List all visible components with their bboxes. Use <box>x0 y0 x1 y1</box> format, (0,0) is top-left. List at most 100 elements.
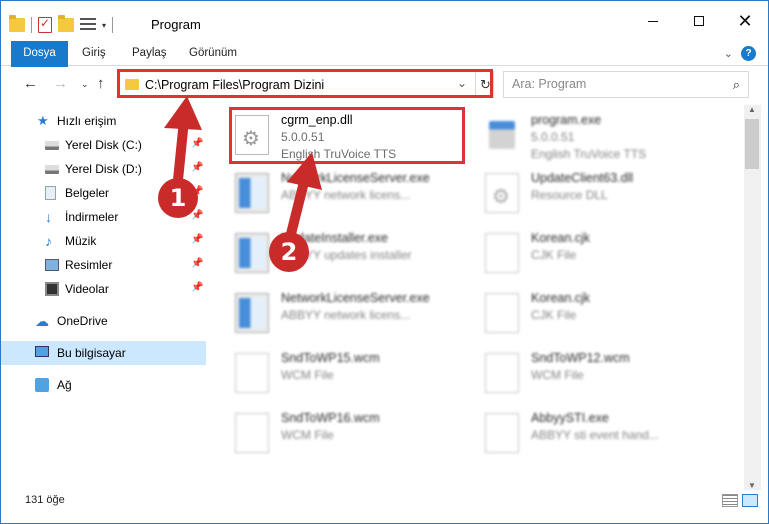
file-description: CJK File <box>531 248 577 262</box>
file-description: ABBYY network licens... <box>281 188 411 202</box>
file-item[interactable]: NetworkLicenseServer.exe ABBYY network l… <box>231 167 471 219</box>
file-description: CJK File <box>531 308 577 322</box>
address-dropdown-icon[interactable]: ⌄ <box>457 76 467 90</box>
item-count: 131 öğe <box>25 494 65 506</box>
up-arrow-icon[interactable]: ↑ <box>97 75 105 92</box>
videos-icon <box>45 282 59 296</box>
file-item[interactable]: UpdateInstaller.exe ABBYY updates instal… <box>231 227 471 279</box>
file-name: SndToWP16.wcm <box>281 411 380 425</box>
expand-ribbon-chevron-icon[interactable]: ⌄ <box>724 47 733 60</box>
pictures-icon <box>45 259 59 271</box>
maximize-button[interactable] <box>676 1 722 41</box>
file-name: NetworkLicenseServer.exe <box>281 291 430 305</box>
file-name: program.exe <box>531 113 602 127</box>
scroll-down-arrow-icon[interactable]: ▼ <box>748 481 756 490</box>
sidebar-item-quick-access[interactable]: ★ Hızlı erişim <box>1 109 206 133</box>
star-icon: ★ <box>37 113 49 128</box>
file-item[interactable]: SndToWP12.wcm WCM File <box>481 347 721 399</box>
documents-icon <box>45 186 56 200</box>
file-name: cgrm_enp.dll <box>281 113 353 127</box>
scroll-thumb[interactable] <box>745 119 759 169</box>
drive-icon <box>45 165 59 174</box>
file-description: ABBYY sti event hand... <box>531 428 659 442</box>
title-bar: ▾ Program ✕ <box>1 1 768 41</box>
page-icon <box>235 353 269 393</box>
pin-icon[interactable]: 📌 <box>191 138 203 149</box>
forward-arrow-icon[interactable]: → <box>53 75 68 92</box>
sidebar-item-label: İndirmeler <box>65 210 119 224</box>
dll-gear-icon <box>485 173 519 213</box>
properties-check-icon[interactable] <box>38 16 52 33</box>
exe-icon <box>235 233 269 273</box>
search-input[interactable] <box>512 77 712 91</box>
page-icon <box>485 353 519 393</box>
customize-toolbar-dropdown-icon[interactable]: ▾ <box>102 21 106 30</box>
sidebar-item-music[interactable]: ♪ Müzik 📌 <box>1 229 206 253</box>
sidebar-item-label: Ağ <box>57 378 72 392</box>
address-folder-icon <box>125 79 139 90</box>
program-icon <box>485 115 519 155</box>
navigation-bar: ← → ⌄ ↑ C:\Program Files\Program Dizini … <box>1 67 768 101</box>
pin-icon[interactable]: 📌 <box>191 210 203 221</box>
dll-gear-icon <box>235 115 269 155</box>
minimize-button[interactable] <box>630 1 676 41</box>
refresh-icon[interactable]: ↻ <box>475 72 495 97</box>
properties-icon[interactable] <box>80 18 96 32</box>
file-item[interactable]: SndToWP16.wcm WCM File <box>231 407 471 459</box>
details-view-icon[interactable] <box>722 494 738 507</box>
onedrive-icon: ☁ <box>35 313 49 329</box>
file-description: Resource DLL <box>531 188 608 202</box>
folder-icon[interactable] <box>9 15 25 32</box>
file-name: UpdateClient63.dll <box>531 171 634 185</box>
music-icon: ♪ <box>45 233 52 249</box>
exe-icon <box>235 293 269 333</box>
address-path[interactable]: C:\Program Files\Program Dizini <box>145 78 324 92</box>
sidebar-item-label: Resimler <box>65 258 113 272</box>
sidebar-item-onedrive[interactable]: ☁ OneDrive <box>1 309 206 333</box>
downloads-icon: ↓ <box>45 209 52 225</box>
file-description: WCM File <box>531 368 584 382</box>
maximize-icon <box>694 16 704 26</box>
sidebar-item-pictures[interactable]: Resimler 📌 <box>1 253 206 277</box>
tab-view[interactable]: Görünüm <box>189 41 237 66</box>
pin-icon[interactable]: 📌 <box>191 234 203 245</box>
file-name: AbbyySTI.exe <box>531 411 609 425</box>
this-pc-icon <box>35 346 49 357</box>
file-item[interactable]: NetworkLicenseServer.exe ABBYY network l… <box>231 287 471 339</box>
file-item[interactable]: program.exe 5.0.0.51 English TruVoice TT… <box>481 109 721 161</box>
pin-icon[interactable]: 📌 <box>191 282 203 293</box>
vertical-scrollbar[interactable]: ▲ ▼ <box>744 105 761 490</box>
tab-share[interactable]: Paylaş <box>132 41 167 66</box>
file-item[interactable]: AbbyySTI.exe ABBYY sti event hand... <box>481 407 721 459</box>
file-description: WCM File <box>281 368 334 382</box>
file-item[interactable]: SndToWP15.wcm WCM File <box>231 347 471 399</box>
scroll-up-arrow-icon[interactable]: ▲ <box>748 105 756 114</box>
file-item[interactable]: Korean.cjk CJK File <box>481 287 721 339</box>
sidebar-item-network[interactable]: Ağ <box>1 373 206 397</box>
sidebar-item-videos[interactable]: Videolar 📌 <box>1 277 206 301</box>
file-item[interactable]: Korean.cjk CJK File <box>481 227 721 279</box>
page-icon <box>235 413 269 453</box>
back-arrow-icon[interactable]: ← <box>23 75 38 92</box>
page-icon <box>485 233 519 273</box>
file-list: cgrm_enp.dll 5.0.0.51 English TruVoice T… <box>207 105 744 480</box>
ribbon-right-controls: ⌄ ? <box>724 46 756 61</box>
search-icon[interactable]: ⌕ <box>733 77 740 93</box>
tab-home[interactable]: Giriş <box>82 41 106 66</box>
file-item[interactable]: UpdateClient63.dll Resource DLL <box>481 167 721 219</box>
tiles-view-icon[interactable] <box>742 494 758 507</box>
ribbon-tabs: Dosya Giriş Paylaş Görünüm ⌄ ? <box>1 41 768 93</box>
sidebar-item-this-pc[interactable]: Bu bilgisayar <box>1 341 206 365</box>
file-name: Korean.cjk <box>531 291 591 305</box>
file-description: WCM File <box>281 428 334 442</box>
new-folder-icon[interactable] <box>58 15 74 32</box>
sidebar-item-local-disk-c[interactable]: Yerel Disk (C:) 📌 <box>1 133 206 157</box>
file-item-cgrm-enp-dll[interactable]: cgrm_enp.dll 5.0.0.51 English TruVoice T… <box>231 109 471 161</box>
help-icon[interactable]: ? <box>741 46 756 61</box>
search-box[interactable]: ⌕ <box>503 71 749 98</box>
pin-icon[interactable]: 📌 <box>191 258 203 269</box>
address-bar[interactable]: C:\Program Files\Program Dizini ⌄ ↻ <box>118 71 494 98</box>
recent-locations-chevron-icon[interactable]: ⌄ <box>81 79 89 90</box>
close-button[interactable]: ✕ <box>722 1 768 41</box>
pin-icon[interactable]: 📌 <box>191 162 203 173</box>
